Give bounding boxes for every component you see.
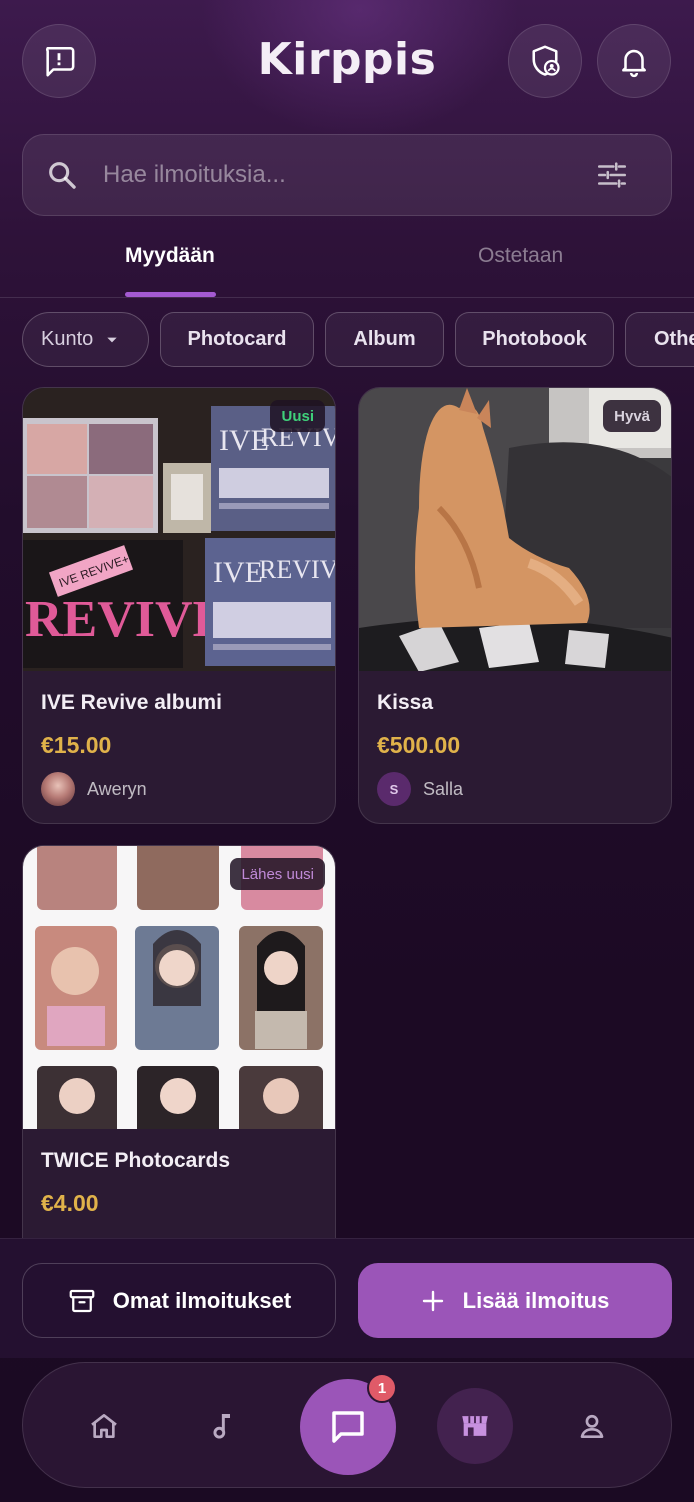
filter-sliders-icon[interactable] [595, 158, 629, 192]
seller-avatar: S [377, 772, 411, 806]
filter-chips: Kunto Photocard Album Photobook Other [22, 312, 694, 367]
seller-info[interactable]: Aweryn [41, 772, 147, 806]
chat-icon [332, 1411, 364, 1443]
listing-actions-bar: Omat ilmoitukset Lisää ilmoitus [0, 1238, 694, 1358]
svg-text:IVE: IVE [213, 556, 263, 589]
add-listing-label: Lisää ilmoitus [462, 1287, 610, 1313]
condition-badge: Hyvä [603, 400, 661, 432]
svg-text:REVIVE+: REVIVE+ [259, 555, 336, 584]
safety-button[interactable] [508, 24, 582, 98]
chip-photocard[interactable]: Photocard [160, 312, 314, 367]
nav-home[interactable] [81, 1403, 127, 1449]
my-listings-button[interactable]: Omat ilmoitukset [22, 1263, 336, 1338]
seller-name: Salla [423, 778, 464, 799]
store-icon [462, 1416, 488, 1436]
listing-card[interactable]: Lähes uusi TWICE Photocards €4.00 [22, 845, 336, 1265]
active-tab-indicator [125, 292, 216, 297]
search-icon [49, 162, 76, 189]
app-title: Kirppis [257, 34, 437, 85]
music-icon [213, 1414, 230, 1439]
listing-title: TWICE Photocards [41, 1149, 231, 1172]
profile-icon [580, 1414, 604, 1438]
notifications-button[interactable] [597, 24, 671, 98]
listing-card[interactable]: Hyvä Kissa €500.00 S Salla [358, 387, 672, 824]
seller-avatar [41, 772, 75, 806]
search-input[interactable] [103, 161, 573, 189]
seller-name: Aweryn [87, 778, 147, 799]
add-listing-button[interactable]: Lisää ilmoitus [358, 1263, 672, 1338]
condition-dropdown-label: Kunto [41, 328, 94, 350]
shield-user-icon [532, 45, 560, 76]
nav-music[interactable] [199, 1403, 245, 1449]
plus-icon [422, 1290, 443, 1311]
tab-selling[interactable]: Myydään [125, 244, 215, 268]
nav-profile[interactable] [569, 1403, 615, 1449]
chip-album[interactable]: Album [325, 312, 444, 367]
search-bar[interactable] [22, 134, 672, 216]
chip-other[interactable]: Other [625, 312, 694, 367]
bell-icon [622, 49, 646, 78]
seller-info[interactable]: S Salla [377, 772, 463, 806]
archive-icon [69, 1289, 95, 1312]
my-listings-label: Omat ilmoitukset [112, 1287, 292, 1313]
caret-down-icon [107, 337, 117, 342]
condition-badge: Uusi [270, 400, 325, 432]
listing-title: Kissa [377, 691, 434, 714]
nav-store[interactable] [437, 1388, 513, 1464]
home-icon [91, 1414, 117, 1438]
chat-notification-badge: 1 [367, 1373, 397, 1403]
listing-price: €4.00 [41, 1190, 99, 1216]
listing-title: IVE Revive albumi [41, 691, 222, 714]
listing-card[interactable]: IVE REVIVE+ REVIVE+ IVE REVIVE+ IVE REVI… [22, 387, 336, 824]
condition-badge: Lähes uusi [230, 858, 325, 890]
listing-price: €500.00 [377, 732, 461, 758]
chip-photobook[interactable]: Photobook [455, 312, 614, 367]
condition-dropdown[interactable]: Kunto [22, 312, 149, 367]
listing-price: €15.00 [41, 732, 112, 758]
listing-type-tabs: Myydään Ostetaan [0, 230, 694, 298]
tab-buying[interactable]: Ostetaan [478, 244, 563, 268]
bottom-navigation: 1 [22, 1362, 672, 1488]
